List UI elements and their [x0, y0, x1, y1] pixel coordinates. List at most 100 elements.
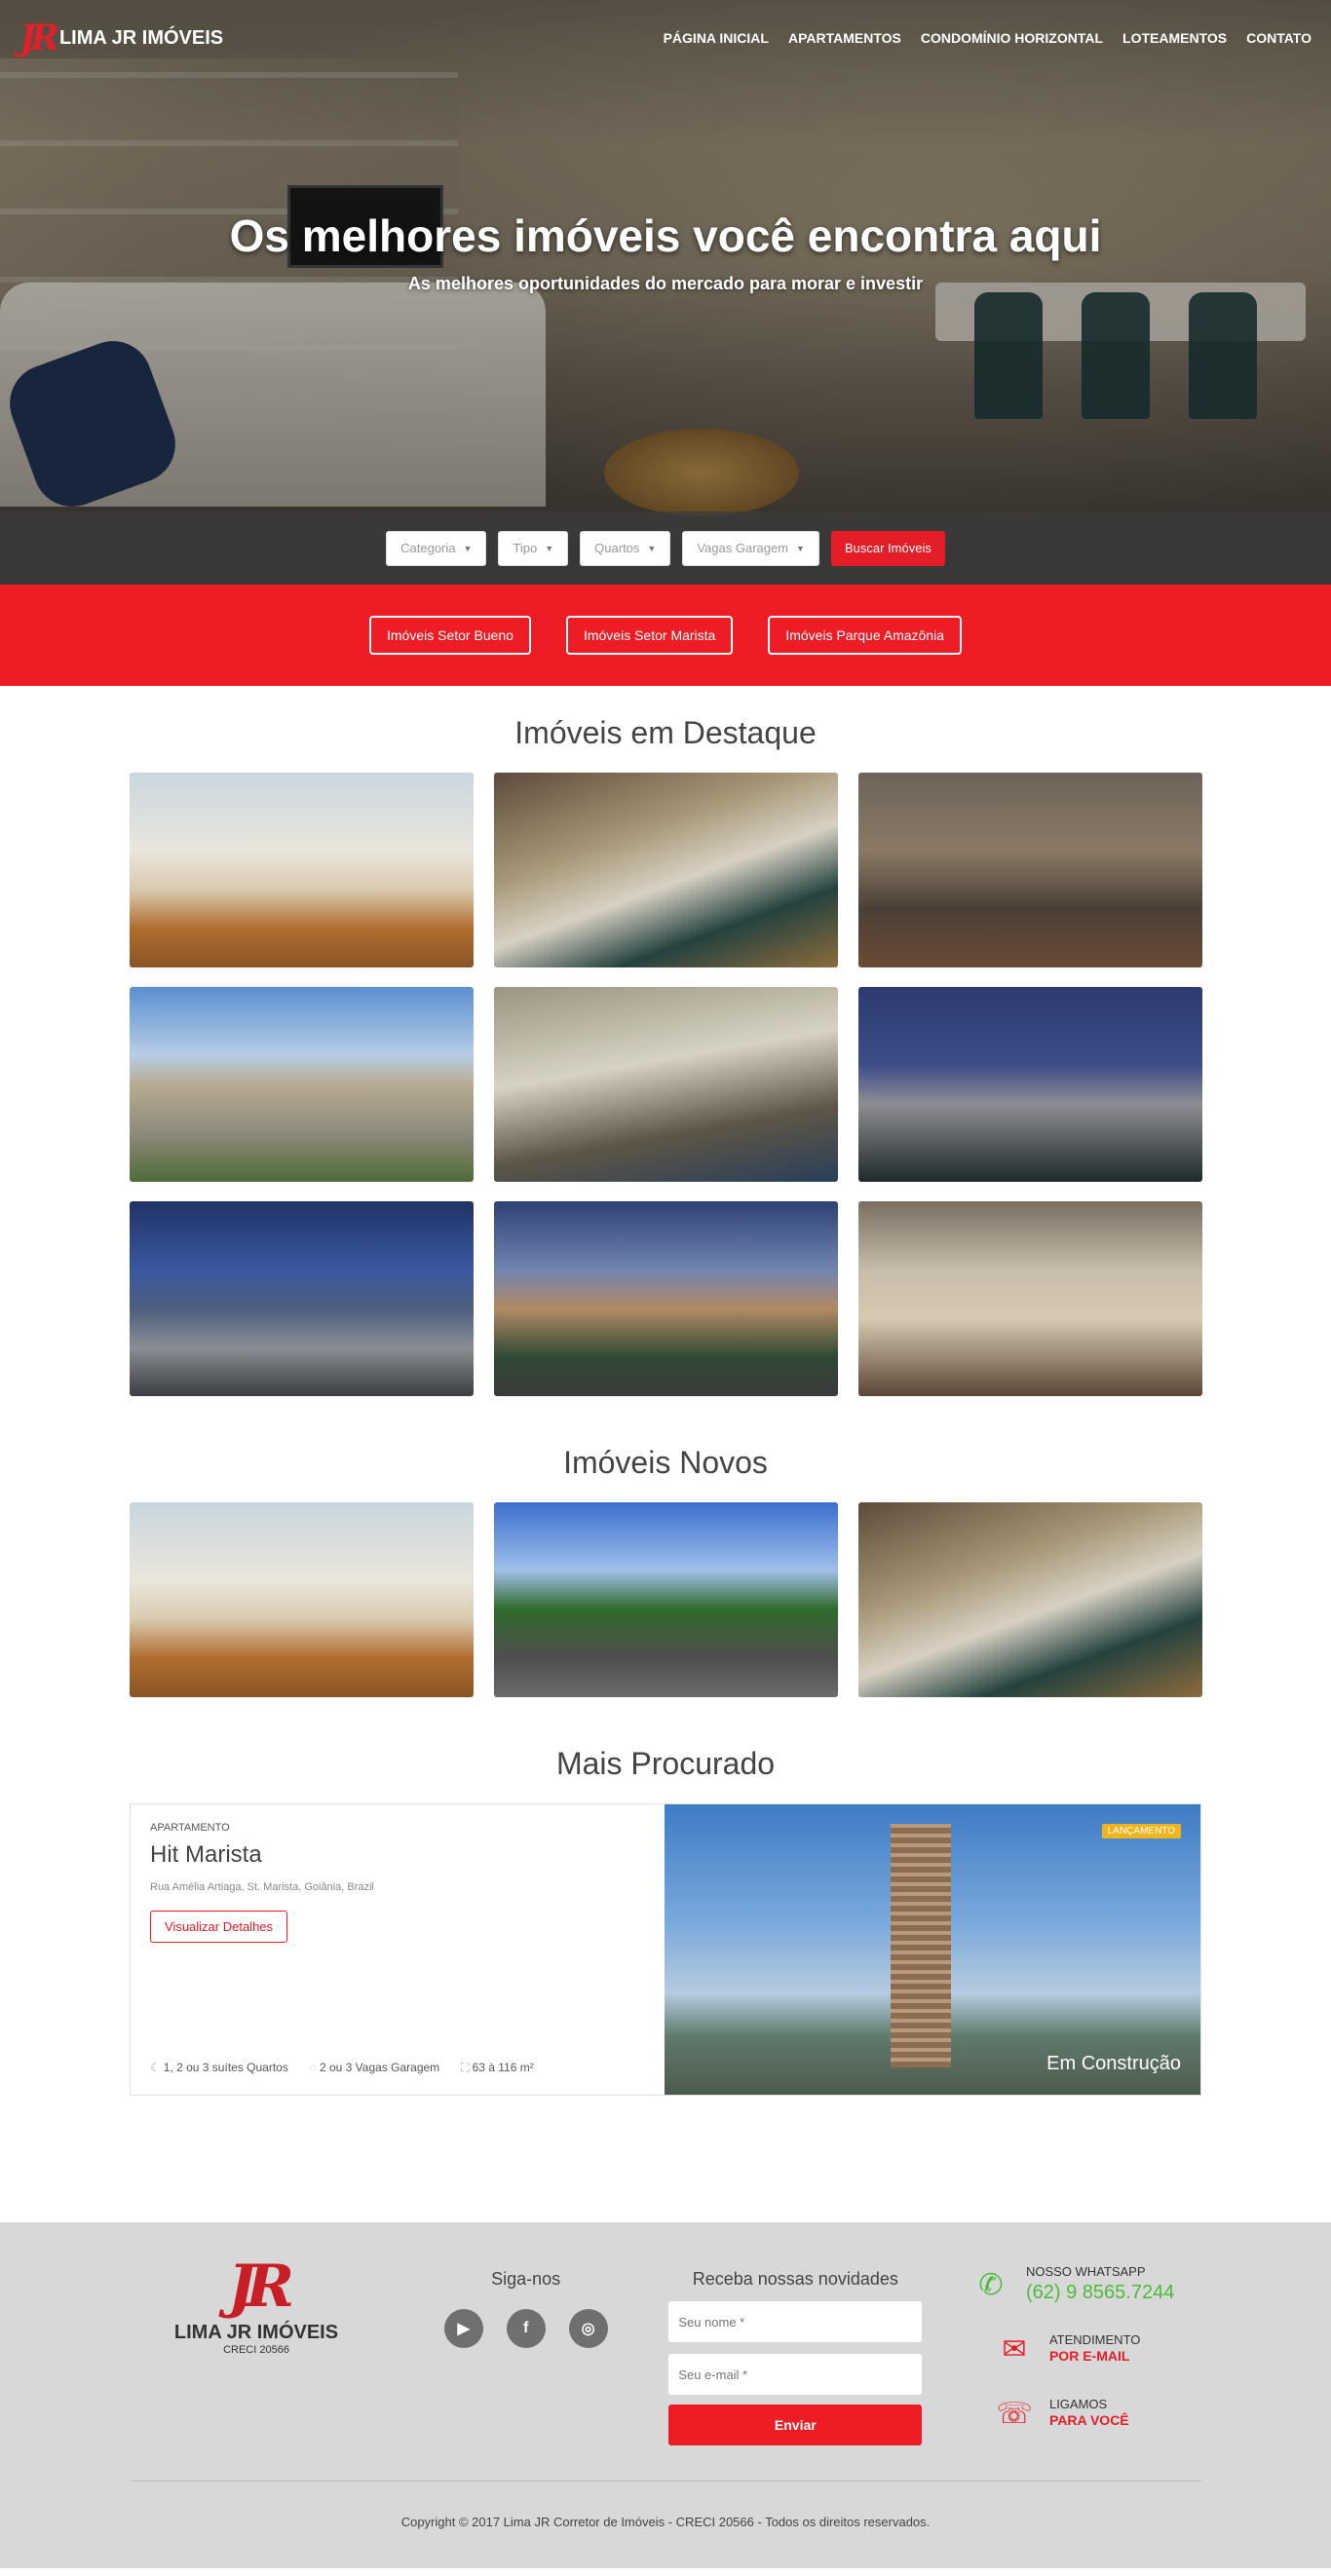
- nav-item-apartamentos[interactable]: APARTAMENTOS: [788, 30, 901, 46]
- footer-contact: ✆ NOSSO WHATSAPP (62) 9 8565.7244 ✉ ATEN…: [968, 2257, 1201, 2445]
- nav-item-pagina-inicial[interactable]: PÁGINA INICIAL: [664, 30, 769, 46]
- social-title: Siga-nos: [491, 2269, 561, 2289]
- bedrooms-select[interactable]: Quartos ▼: [580, 530, 671, 566]
- garage-select[interactable]: Vagas Garagem ▼: [682, 530, 819, 566]
- drop-icon: ◌: [309, 2061, 317, 2074]
- hero-text: Os melhores imóveis você encontra aqui A…: [0, 209, 1331, 294]
- featured-grid: [130, 773, 1202, 1396]
- footer-brand: JR LIMA JR IMÓVEIS CRECI 20566: [130, 2257, 383, 2445]
- link-setor-marista[interactable]: Imóveis Setor Marista: [565, 616, 734, 655]
- feature-garage: ◌ 2 ou 3 Vagas Garagem: [310, 2061, 439, 2075]
- hero-title: Os melhores imóveis você encontra aqui: [229, 210, 1102, 261]
- call-label: LIGAMOS: [1048, 2397, 1108, 2412]
- select-label: Tipo: [513, 541, 538, 555]
- footer-social: Siga-nos ▶ f ◎: [429, 2257, 624, 2445]
- contact-text: ATENDIMENTO POR E-MAIL: [1049, 2332, 1140, 2366]
- social-icons: ▶ f ◎: [429, 2309, 624, 2348]
- logo-mark-icon: JR: [19, 18, 59, 58]
- feature-area: ⛶ 63 à 116 m²: [461, 2061, 534, 2075]
- property-thumbnail[interactable]: [858, 773, 1202, 967]
- newsletter-title: Receba nossas novidades: [692, 2269, 898, 2289]
- new-grid: [130, 1502, 1202, 1697]
- contact-email[interactable]: ✉ ATENDIMENTO POR E-MAIL: [968, 2326, 1201, 2372]
- facebook-icon[interactable]: f: [506, 2309, 546, 2348]
- phone-icon: ☏: [996, 2397, 1033, 2430]
- feature-text: 2 ou 3 Vagas Garagem: [319, 2061, 440, 2074]
- top-nav: JR LIMA JR IMÓVEIS PÁGINA INICIAL APARTA…: [0, 0, 1331, 76]
- section-title-destaque: Imóveis em Destaque: [514, 715, 817, 750]
- feature-bedrooms: ☾ 1, 2 ou 3 suítes Quartos: [150, 2061, 288, 2075]
- mail-icon: ✉: [1002, 2332, 1027, 2366]
- newsletter-email-input[interactable]: [668, 2354, 923, 2395]
- property-thumbnail[interactable]: [858, 1502, 1202, 1697]
- email-label: ATENDIMENTO: [1048, 2332, 1141, 2348]
- hero-subtitle: As melhores oportunidades do mercado par…: [407, 274, 924, 293]
- property-name[interactable]: Hit Marista: [150, 1841, 645, 1869]
- select-label: Categoria: [400, 541, 456, 555]
- construction-status: Em Construção: [1046, 2053, 1181, 2074]
- quick-links-bar: Imóveis Setor Bueno Imóveis Setor Marist…: [0, 585, 1331, 686]
- brand-logo[interactable]: JR LIMA JR IMÓVEIS: [19, 20, 223, 56]
- nav-item-condominio-horizontal[interactable]: CONDOMÍNIO HORIZONTAL: [921, 30, 1103, 46]
- property-thumbnail[interactable]: [858, 1201, 1202, 1396]
- property-image[interactable]: LANÇAMENTO Em Construção: [665, 1804, 1200, 2095]
- contact-text: NOSSO WHATSAPP (62) 9 8565.7244: [1026, 2264, 1174, 2304]
- property-thumbnail[interactable]: [130, 1201, 474, 1396]
- nav-item-loteamentos[interactable]: LOTEAMENTOS: [1122, 30, 1227, 46]
- area-icon: ⛶: [461, 2061, 470, 2074]
- select-label: Quartos: [594, 541, 640, 555]
- caret-down-icon: ▼: [647, 543, 657, 553]
- property-type: APARTAMENTO: [150, 1822, 230, 1834]
- section-title-novos: Imóveis Novos: [563, 1445, 768, 1480]
- feature-text: 1, 2 ou 3 suítes Quartos: [163, 2061, 288, 2074]
- property-thumbnail[interactable]: [494, 1201, 838, 1396]
- footer-columns: JR LIMA JR IMÓVEIS CRECI 20566 Siga-nos …: [130, 2257, 1201, 2445]
- call-label-2: PARA VOCÊ: [1048, 2412, 1129, 2429]
- contact-call[interactable]: ☏ LIGAMOS PARA VOCÊ: [968, 2390, 1201, 2437]
- contact-whatsapp[interactable]: ✆ NOSSO WHATSAPP (62) 9 8565.7244: [968, 2261, 1201, 2308]
- moon-icon: ☾: [150, 2061, 161, 2074]
- category-select[interactable]: Categoria ▼: [386, 530, 487, 566]
- search-bar: Categoria ▼ Tipo ▼ Quartos ▼ Vagas Garagem ▼…: [0, 511, 1331, 585]
- property-thumbnail[interactable]: [494, 987, 838, 1182]
- property-thumbnail[interactable]: [130, 1502, 474, 1697]
- youtube-icon[interactable]: ▶: [443, 2309, 483, 2348]
- main-menu: PÁGINA INICIAL APARTAMENTOS CONDOMÍNIO H…: [664, 30, 1312, 46]
- section-title-procurado: Mais Procurado: [555, 1746, 776, 1781]
- property-thumbnail[interactable]: [494, 1502, 838, 1697]
- caret-down-icon: ▼: [796, 543, 805, 553]
- feature-text: 63 à 116 m²: [472, 2061, 534, 2074]
- footer-newsletter: Receba nossas novidades Enviar: [668, 2257, 923, 2445]
- link-setor-bueno[interactable]: Imóveis Setor Bueno: [369, 616, 531, 655]
- property-thumbnail[interactable]: [858, 987, 1202, 1182]
- hero-banner: JR LIMA JR IMÓVEIS PÁGINA INICIAL APARTA…: [0, 0, 1331, 585]
- property-features: ☾ 1, 2 ou 3 suítes Quartos ◌ 2 ou 3 Vagas …: [150, 2061, 534, 2075]
- whatsapp-number: (62) 9 8565.7244: [1025, 2281, 1175, 2303]
- instagram-icon[interactable]: ◎: [568, 2309, 608, 2348]
- contact-text: LIGAMOS PARA VOCÊ: [1049, 2397, 1129, 2430]
- select-label: Vagas Garagem: [697, 541, 789, 555]
- view-details-button[interactable]: Visualizar Detalhes: [150, 1911, 288, 1944]
- launch-badge: LANÇAMENTO: [1101, 1824, 1181, 1838]
- featured-property-card: APARTAMENTO Hit Marista Rua Amélia Artia…: [130, 1803, 1201, 2096]
- card-info: APARTAMENTO Hit Marista Rua Amélia Artia…: [131, 1804, 665, 2095]
- search-button[interactable]: Buscar Imóveis: [830, 530, 945, 566]
- type-select[interactable]: Tipo ▼: [498, 530, 569, 566]
- property-thumbnail[interactable]: [494, 773, 838, 967]
- whatsapp-label: NOSSO WHATSAPP: [1025, 2264, 1146, 2280]
- nav-item-contato[interactable]: CONTATO: [1246, 30, 1312, 46]
- email-label-2: POR E-MAIL: [1048, 2348, 1130, 2365]
- footer: JR LIMA JR IMÓVEIS CRECI 20566 Siga-nos …: [0, 2222, 1331, 2568]
- footer-creci: CRECI 20566: [223, 2344, 289, 2356]
- footer-brand-name: LIMA JR IMÓVEIS: [173, 2322, 339, 2343]
- newsletter-submit-button[interactable]: Enviar: [668, 2405, 923, 2445]
- property-thumbnail[interactable]: [130, 987, 474, 1182]
- caret-down-icon: ▼: [463, 543, 473, 553]
- property-thumbnail[interactable]: [130, 773, 474, 967]
- logo-text: LIMA JR IMÓVEIS: [58, 26, 224, 49]
- caret-down-icon: ▼: [545, 543, 554, 553]
- link-parque-amazonia[interactable]: Imóveis Parque Amazônia: [768, 616, 962, 655]
- whatsapp-icon: ✆: [978, 2268, 1004, 2301]
- newsletter-name-input[interactable]: [668, 2301, 923, 2342]
- tower-illustration: [891, 1824, 951, 2067]
